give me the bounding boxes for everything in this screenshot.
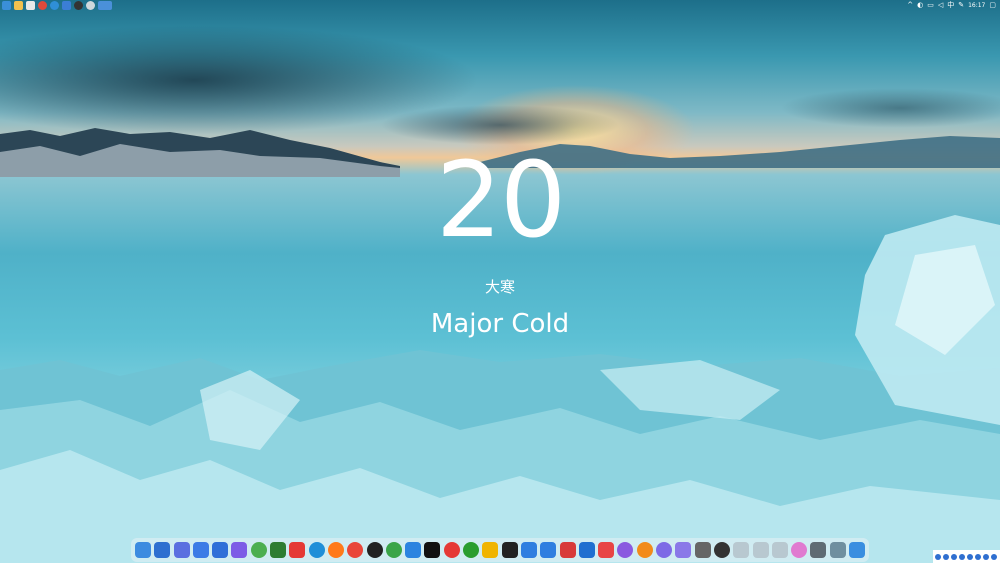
qq-icon[interactable] bbox=[366, 542, 383, 558]
firefox-icon[interactable] bbox=[327, 542, 344, 558]
finder-icon[interactable] bbox=[135, 542, 151, 558]
quick-launch bbox=[0, 1, 112, 10]
menu-icon[interactable] bbox=[991, 553, 997, 560]
wechat-work-icon[interactable] bbox=[250, 542, 267, 558]
skin-icon[interactable] bbox=[983, 553, 989, 560]
volume-icon[interactable]: ◁ bbox=[938, 1, 943, 10]
gear-icon[interactable] bbox=[86, 1, 95, 10]
tiktok-icon[interactable] bbox=[424, 542, 441, 558]
mail-icon[interactable] bbox=[62, 1, 71, 10]
ime-icon[interactable]: 中 bbox=[947, 1, 954, 10]
discord-icon[interactable] bbox=[231, 542, 248, 558]
chrome-icon[interactable] bbox=[38, 1, 47, 10]
ime-icon[interactable] bbox=[935, 553, 941, 560]
store-icon[interactable] bbox=[848, 542, 865, 558]
cloud bbox=[780, 88, 1000, 128]
edge-icon[interactable] bbox=[308, 542, 325, 558]
chevron-down-icon[interactable] bbox=[771, 542, 788, 558]
list-icon[interactable] bbox=[540, 542, 557, 558]
punctuation-icon[interactable] bbox=[959, 553, 965, 560]
clock-time[interactable]: 16:17 bbox=[968, 2, 985, 9]
xcode-icon[interactable] bbox=[212, 542, 229, 558]
settings-icon[interactable] bbox=[810, 542, 827, 558]
folder-icon[interactable] bbox=[14, 1, 23, 10]
wechat-icon[interactable] bbox=[385, 542, 402, 558]
netease-music-icon[interactable] bbox=[443, 542, 460, 558]
desktop-icon[interactable] bbox=[154, 542, 171, 558]
photos-icon[interactable] bbox=[829, 542, 846, 558]
purple-app-icon[interactable] bbox=[656, 542, 673, 558]
color-wheel-icon[interactable] bbox=[617, 542, 634, 558]
system-tray: ^ ◐ ▭ ◁ 中 ✎ 16:17 ▢ bbox=[907, 1, 1000, 10]
edge-icon[interactable] bbox=[50, 1, 59, 10]
calendar-icon[interactable] bbox=[559, 542, 576, 558]
volume-icon[interactable] bbox=[675, 542, 692, 558]
solar-term-chinese: 大寒 bbox=[484, 278, 515, 296]
pen-icon[interactable]: ✎ bbox=[958, 1, 964, 10]
chevron-up-icon[interactable]: ^ bbox=[907, 1, 913, 10]
evernote-icon[interactable] bbox=[270, 542, 287, 558]
day-number: 20 bbox=[435, 139, 566, 261]
vivaldi-icon[interactable] bbox=[289, 542, 306, 558]
ice-chunks bbox=[0, 350, 1000, 563]
screenshot-icon[interactable] bbox=[598, 542, 615, 558]
moon-icon[interactable] bbox=[951, 553, 957, 560]
notification-icon[interactable]: ▢ bbox=[989, 1, 996, 10]
grid-apps-icon[interactable] bbox=[192, 542, 209, 558]
more-icon[interactable] bbox=[733, 542, 750, 558]
chevron-icon[interactable] bbox=[752, 542, 769, 558]
ai-icon[interactable] bbox=[482, 542, 499, 558]
orange-app-icon[interactable] bbox=[636, 542, 653, 558]
language-icon[interactable] bbox=[943, 553, 949, 560]
launchpad-icon[interactable] bbox=[173, 542, 190, 558]
window-icon[interactable] bbox=[98, 1, 112, 10]
top-taskbar: ^ ◐ ▭ ◁ 中 ✎ 16:17 ▢ bbox=[0, 0, 1000, 11]
power-icon[interactable] bbox=[713, 542, 730, 558]
chrome-icon[interactable] bbox=[347, 542, 364, 558]
emoji-icon[interactable] bbox=[967, 553, 973, 560]
pen-icon[interactable] bbox=[520, 542, 537, 558]
bird-icon[interactable] bbox=[405, 542, 422, 558]
camera-icon[interactable] bbox=[74, 1, 83, 10]
pinwheel-icon[interactable] bbox=[791, 542, 808, 558]
dock bbox=[131, 538, 869, 562]
battery-icon[interactable]: ▭ bbox=[927, 1, 934, 10]
windows-start-icon[interactable] bbox=[2, 1, 11, 10]
keyboard-icon[interactable] bbox=[975, 553, 981, 560]
gallery-icon[interactable] bbox=[694, 542, 711, 558]
kugou-icon[interactable] bbox=[463, 542, 480, 558]
ice-block bbox=[855, 215, 1000, 425]
network-icon[interactable]: ◐ bbox=[917, 1, 923, 10]
file-icon[interactable] bbox=[26, 1, 35, 10]
arrow-app-icon[interactable] bbox=[501, 542, 518, 558]
mountains-left bbox=[0, 128, 400, 177]
search-icon[interactable] bbox=[578, 542, 595, 558]
solar-term-english: Major Cold bbox=[430, 309, 570, 339]
ime-toolbar bbox=[933, 550, 1000, 563]
